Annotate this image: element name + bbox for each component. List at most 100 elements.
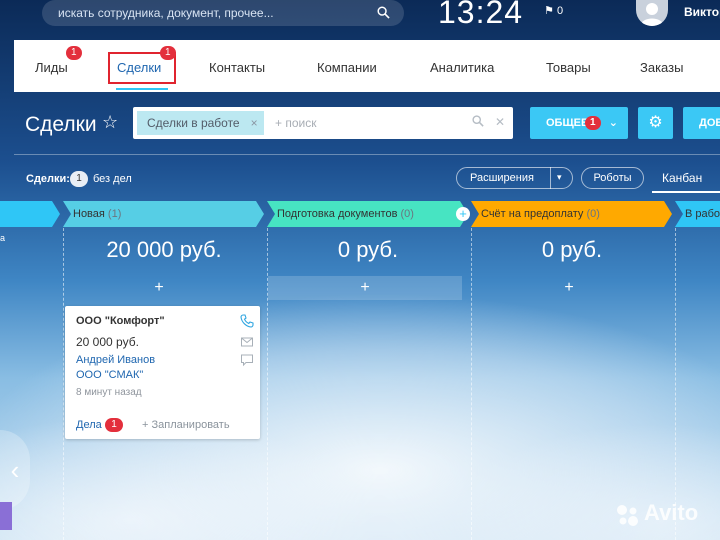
stage-name: Подготовка документов (277, 208, 398, 220)
schedule-activity-link[interactable]: + Запланировать (142, 419, 230, 431)
stage-sum-prepay: 0 руб. (541, 237, 603, 262)
chevron-left-icon: ‹ (10, 455, 20, 485)
side-panel-tab[interactable] (0, 502, 12, 530)
email-icon[interactable] (240, 335, 254, 349)
stage-name: Счёт на предоплату (481, 208, 584, 220)
tab-contacts-label: Контакты (209, 60, 266, 75)
tab-active-indicator (116, 88, 168, 90)
deal-title[interactable]: ООО "Комфорт" (76, 315, 165, 327)
tab-leads[interactable]: Лиды (35, 60, 68, 75)
tab-deals[interactable]: Сделки (117, 60, 161, 75)
tab-deals-label: Сделки (117, 60, 162, 75)
tab-orders-label: Заказы (640, 60, 684, 75)
column-divider (267, 228, 268, 540)
deal-card[interactable]: ООО "Комфорт" 20 000 руб. Андрей Иванов … (65, 306, 260, 439)
deals-counter-text[interactable]: без дел (93, 173, 132, 185)
close-icon[interactable]: × (251, 111, 258, 135)
deal-tasks-badge: 1 (105, 418, 123, 432)
tab-analytics[interactable]: Аналитика (430, 60, 494, 75)
stage-count: (0) (400, 208, 414, 220)
clear-icon[interactable]: ✕ (495, 115, 505, 129)
top-bar: искать сотрудника, документ, прочее... 1… (0, 0, 720, 40)
stage-header-docs[interactable]: Подготовка документов (0) (265, 201, 455, 227)
chat-icon[interactable] (240, 353, 254, 367)
robots-label: Роботы (593, 172, 632, 184)
tab-leads-label: Лиды (35, 60, 68, 75)
clock[interactable]: 13:24 (438, 0, 523, 31)
tab-leads-badge: 1 (66, 46, 82, 60)
deals-counter-badge[interactable]: 1 (70, 171, 88, 187)
tab-orders[interactable]: Заказы (640, 60, 683, 75)
stage-sum-new: 20 000 руб. (106, 237, 222, 262)
filter-search-placeholder[interactable]: + поиск (275, 116, 316, 130)
robots-button[interactable]: Роботы (581, 167, 644, 189)
deals-counter-label: Сделки: (26, 173, 70, 185)
general-button-badge: 1 (585, 116, 601, 130)
flag-icon: ⚑ (544, 5, 554, 17)
quick-add-deal-docs[interactable]: + (268, 276, 462, 300)
filter-preset-label: Сделки в работе (147, 116, 240, 130)
chevron-down-icon: ⌄ (608, 117, 618, 129)
user-icon (640, 3, 664, 26)
user-avatar[interactable] (636, 0, 668, 26)
extensions-label: Расширения (470, 172, 534, 184)
stage-sum-docs: 0 руб. (337, 237, 399, 262)
tab-deals-badge: 1 (160, 46, 176, 60)
add-deal-button[interactable]: ДОБ (683, 107, 720, 139)
filter-search-icons: ✕ (472, 115, 505, 129)
flag-counter[interactable]: ⚑ 0 (544, 4, 563, 17)
filter-search-field[interactable]: Сделки в работе × + поиск ✕ (133, 107, 513, 139)
quick-add-deal-new[interactable]: + (64, 276, 254, 300)
flag-count: 0 (556, 5, 564, 17)
tab-products-label: Товары (546, 60, 591, 75)
avito-logo-icon (617, 505, 638, 526)
search-placeholder: искать сотрудника, документ, прочее... (58, 6, 274, 20)
deal-company-link[interactable]: ООО "СМАК" (76, 369, 143, 381)
chevron-down-icon: ▾ (557, 172, 562, 182)
side-label: а (0, 233, 6, 243)
avito-watermark-text: Avito (644, 500, 699, 525)
extensions-dropdown[interactable]: Расширения ▾ (456, 167, 573, 189)
deal-contact-link[interactable]: Андрей Иванов (76, 354, 155, 366)
tab-analytics-label: Аналитика (430, 60, 495, 75)
settings-button[interactable]: ⚙ (638, 107, 673, 139)
general-dropdown-button[interactable]: ОБЩЕЕ 1 ⌄ (530, 107, 628, 139)
stage-header-work[interactable]: В работе (673, 201, 720, 227)
tab-companies-label: Компании (317, 60, 377, 75)
deal-created-time: 8 минут назад (76, 387, 142, 398)
stage-count: (1) (107, 208, 122, 220)
view-active-indicator (652, 191, 720, 193)
search-icon[interactable] (377, 6, 390, 19)
column-divider (675, 228, 676, 540)
tab-companies[interactable]: Компании (317, 60, 377, 75)
favorite-star-icon[interactable]: ☆ (102, 112, 118, 133)
column-divider (63, 228, 64, 540)
stage-header-new[interactable]: Новая (1) (61, 201, 251, 227)
page-title: Сделки (25, 113, 97, 136)
search-icon[interactable] (472, 115, 484, 127)
tab-products[interactable]: Товары (546, 60, 591, 75)
stage-name: Новая (73, 208, 105, 220)
add-button-label: ДОБ (699, 117, 720, 129)
view-kanban-tab[interactable]: Канбан (662, 171, 702, 185)
deal-tasks-link[interactable]: Дела (76, 419, 102, 431)
global-search-input[interactable]: искать сотрудника, документ, прочее... (42, 0, 404, 26)
avito-watermark: Avito (614, 498, 714, 532)
add-stage-plus-icon[interactable]: + (456, 207, 470, 221)
quick-add-deal-prepay[interactable]: + (472, 276, 666, 300)
general-button-label: ОБЩЕЕ (546, 117, 589, 129)
stage-arrow-prev (0, 201, 60, 227)
tab-contacts[interactable]: Контакты (209, 60, 265, 75)
gear-icon: ⚙ (648, 114, 663, 131)
column-divider (471, 228, 472, 540)
stage-name: В работе (685, 208, 720, 220)
scroll-left-button[interactable]: ‹ (0, 430, 30, 510)
stage-count: (0) (586, 208, 600, 220)
phone-icon[interactable] (240, 314, 254, 328)
crm-nav-tabs: Лиды 1 Сделки 1 Контакты Компании Аналит… (14, 40, 720, 92)
user-name[interactable]: Виктор (684, 5, 720, 19)
deal-sum: 20 000 руб. (76, 335, 139, 349)
toolbar-divider (14, 154, 720, 155)
stage-header-prepay[interactable]: Счёт на предоплату (0) (469, 201, 664, 227)
filter-preset-tag[interactable]: Сделки в работе × (137, 111, 264, 135)
